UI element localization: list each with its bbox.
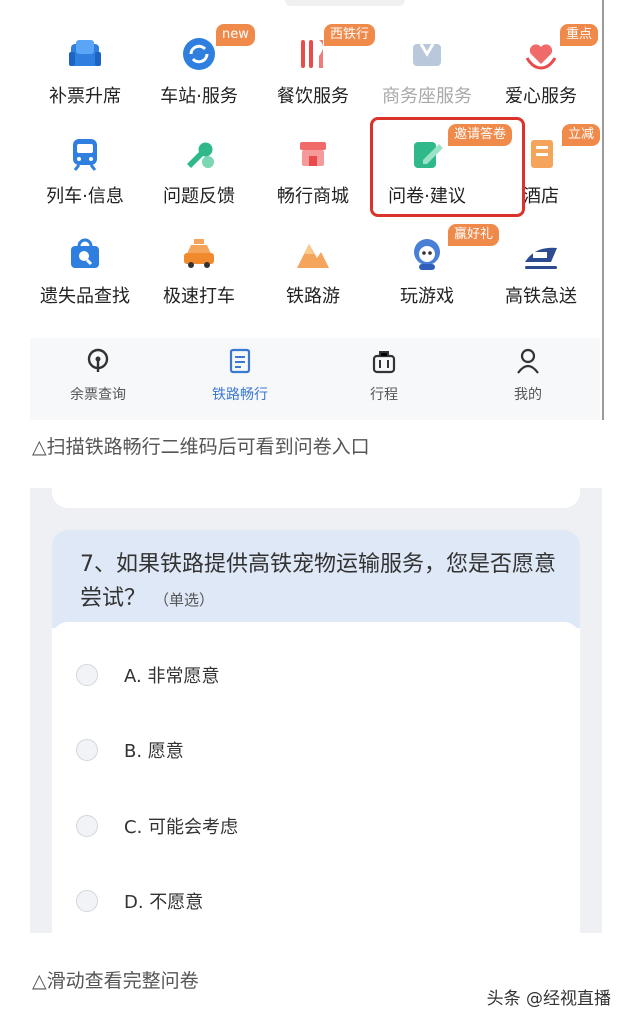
service-railway-tour[interactable]: 铁路游	[258, 218, 368, 310]
care-heart-icon	[525, 44, 557, 70]
service-mall[interactable]: 畅行商城	[258, 118, 368, 210]
railway-tour-mountain-icon	[297, 244, 329, 268]
service-train-info[interactable]: 列车·信息	[30, 118, 140, 210]
tab-label: 我的	[514, 387, 542, 403]
option-label: D. 不愿意	[124, 892, 204, 913]
service-label: 餐饮服务	[277, 86, 349, 107]
service-feedback[interactable]: 问题反馈	[144, 118, 254, 210]
service-label: 高铁急送	[505, 286, 577, 307]
service-label: 车站·服务	[160, 86, 238, 107]
service-label: 遗失品查找	[40, 286, 130, 307]
taxi-icon	[184, 239, 214, 268]
caption-scroll: △滑动查看完整问卷	[32, 970, 199, 992]
tab-ticket-query[interactable]: 余票查询	[48, 338, 148, 420]
tab-label: 余票查询	[70, 387, 126, 403]
itinerary-bag-icon	[372, 351, 396, 374]
tab-itinerary[interactable]: 行程	[334, 338, 434, 420]
seat-upgrade-icon	[69, 40, 101, 66]
service-game[interactable]: 赢好礼 玩游戏	[372, 218, 500, 310]
service-label: 极速打车	[163, 286, 235, 307]
feedback-wrench-icon	[187, 142, 214, 168]
service-label: 爱心服务	[505, 86, 577, 107]
question-title: 7、如果铁路提供高铁宠物运输服务，您是否愿意尝试？ （单选）	[80, 548, 560, 617]
service-label: 列车·信息	[46, 186, 124, 207]
option-label: C. 可能会考虑	[124, 817, 239, 838]
service-seat-upgrade[interactable]: 补票升席	[30, 18, 140, 110]
service-label: 商务座服务	[382, 86, 472, 107]
train-info-icon	[73, 139, 97, 171]
service-label: 畅行商城	[277, 186, 349, 207]
top-strip	[285, 0, 405, 6]
option-label: B. 愿意	[124, 741, 184, 762]
service-express[interactable]: 高铁急送	[486, 218, 596, 310]
ticket-query-icon	[87, 348, 109, 372]
service-label: 补票升席	[49, 86, 121, 107]
business-seat-icon	[413, 43, 441, 66]
express-delivery-icon	[525, 247, 557, 269]
hotel-icon	[531, 140, 553, 168]
new-badge: new	[216, 24, 255, 46]
promo-badge: 西铁行	[324, 24, 376, 46]
question-type: （单选）	[154, 591, 215, 609]
previous-question-card	[52, 488, 580, 508]
lost-found-bag-icon	[71, 238, 99, 268]
question-text: 7、如果铁路提供高铁宠物运输服务，您是否愿意尝试？	[80, 552, 556, 611]
options-list: A. 非常愿意 B. 愿意 C. 可能会考虑 D. 不愿意	[52, 622, 580, 933]
bottom-tab-bar: 余票查询 铁路畅行 行程 我的	[30, 338, 600, 420]
tab-profile[interactable]: 我的	[478, 338, 578, 420]
service-business-seat[interactable]: 商务座服务	[372, 18, 482, 110]
source-watermark: 头条 @经视直播	[486, 989, 611, 1009]
service-care[interactable]: 重点 爱心服务	[486, 18, 599, 110]
radio-button[interactable]	[76, 664, 98, 686]
caption-scan: △扫描铁路畅行二维码后可看到问卷入口	[32, 436, 370, 458]
option-b[interactable]: B. 愿意	[52, 731, 580, 771]
option-d[interactable]: D. 不愿意	[52, 882, 580, 922]
station-service-icon	[183, 38, 215, 70]
service-panel: 补票升席 new 车站·服务 西铁行 餐饮服务 商务座服务 重点 爱心服务 列车…	[30, 0, 604, 420]
service-station[interactable]: new 车站·服务	[144, 18, 255, 110]
radio-button[interactable]	[76, 890, 98, 912]
service-label: 问题反馈	[163, 186, 235, 207]
tab-label: 铁路畅行	[212, 387, 268, 403]
survey-highlight-frame	[370, 117, 525, 217]
railway-pass-icon	[229, 348, 251, 374]
service-label: 铁路游	[286, 286, 340, 307]
survey-panel: 7、如果铁路提供高铁宠物运输服务，您是否愿意尝试？ （单选） A. 非常愿意 B.…	[30, 488, 602, 933]
mall-shop-icon	[300, 142, 326, 166]
profile-person-icon	[517, 348, 539, 374]
key-badge: 重点	[560, 24, 599, 46]
discount-badge: 立减	[562, 124, 601, 146]
service-label: 玩游戏	[400, 286, 454, 307]
option-c[interactable]: C. 可能会考虑	[52, 807, 580, 847]
radio-button[interactable]	[76, 815, 98, 837]
service-taxi[interactable]: 极速打车	[144, 218, 254, 310]
question-header: 7、如果铁路提供高铁宠物运输服务，您是否愿意尝试？ （单选）	[52, 530, 580, 628]
service-lost-found[interactable]: 遗失品查找	[30, 218, 140, 310]
option-label: A. 非常愿意	[124, 666, 220, 687]
question-card: 7、如果铁路提供高铁宠物运输服务，您是否愿意尝试？ （单选） A. 非常愿意 B.…	[52, 530, 580, 933]
tab-label: 行程	[370, 387, 398, 403]
tab-railway-pass[interactable]: 铁路畅行	[190, 338, 290, 420]
option-a[interactable]: A. 非常愿意	[52, 656, 580, 696]
radio-button[interactable]	[76, 739, 98, 761]
game-mascot-icon	[414, 239, 440, 270]
service-dining[interactable]: 西铁行 餐饮服务	[258, 18, 376, 110]
